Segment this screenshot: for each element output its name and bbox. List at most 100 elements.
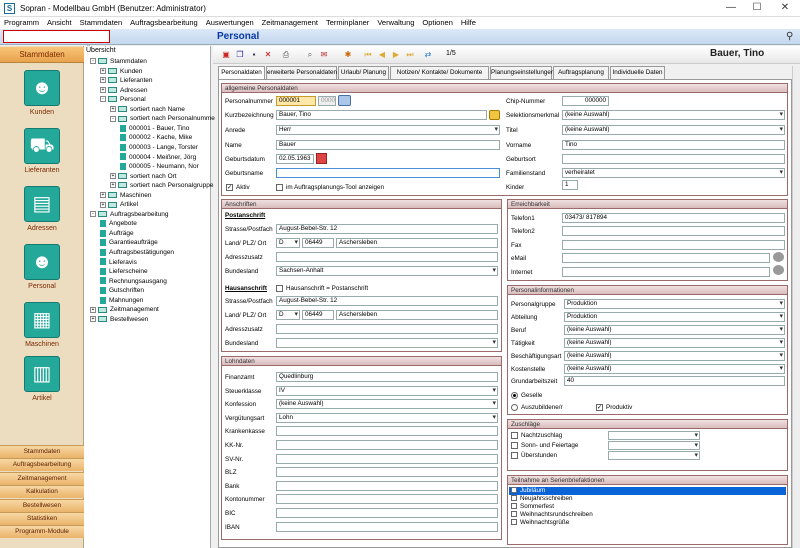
lohn-field[interactable] — [276, 480, 498, 491]
lohn-field[interactable]: IV — [276, 385, 498, 396]
tab[interactable]: Personaldaten — [218, 66, 265, 80]
nav-button[interactable]: Kalkulation — [0, 485, 84, 499]
zuschlag-select[interactable] — [608, 441, 700, 450]
menu-item[interactable]: Zeitmanagement — [258, 17, 322, 29]
tab[interactable]: Planungseinstellungen — [490, 66, 554, 79]
nav-button[interactable]: Bestellwesen — [0, 498, 84, 512]
tree-node[interactable]: + sortiert nach Name — [110, 105, 185, 114]
prev-record-icon[interactable]: ◀ — [377, 50, 387, 60]
teilnahme-checkbox[interactable] — [511, 487, 517, 494]
chip-nummer-field[interactable]: 000000 — [562, 96, 609, 106]
familienstand-select[interactable]: verheiratet — [562, 168, 785, 178]
teilnahme-item[interactable]: Weihnachtsrundschreiben — [509, 511, 786, 519]
planung-checkbox[interactable] — [276, 184, 283, 191]
tab[interactable]: Notizen/ Kontakte/ Dokumente — [390, 66, 489, 79]
land-select[interactable]: D — [276, 238, 300, 248]
strasse-field-2[interactable]: August-Bebel-Str. 12 — [276, 296, 498, 306]
lohn-field[interactable]: Lohn — [276, 412, 498, 423]
menu-item[interactable]: Auswertungen — [202, 17, 258, 29]
tree-node[interactable]: + Maschinen — [100, 191, 151, 200]
tree-node[interactable]: Lieferavis — [100, 258, 137, 267]
erreichbarkeit-field[interactable]: 03473/ 817894 — [562, 213, 785, 223]
plz-field[interactable]: 06449 — [302, 238, 334, 248]
tree-node[interactable]: + sortiert nach Personalgruppe — [110, 181, 213, 190]
photo-icon[interactable] — [338, 95, 351, 106]
teilnahme-checkbox[interactable] — [511, 519, 517, 526]
produktiv-checkbox[interactable]: ✓ — [596, 404, 603, 411]
name-field[interactable]: Bauer — [276, 140, 500, 150]
menu-item[interactable]: Optionen — [418, 17, 456, 29]
zuschlag-checkbox[interactable] — [511, 452, 518, 459]
tree-node[interactable]: Mahnungen — [100, 296, 143, 305]
tree-expander-icon[interactable]: + — [100, 191, 106, 198]
tree-node[interactable]: Garantieaufträge — [100, 238, 158, 247]
ort-field[interactable]: Aschersleben — [336, 238, 498, 248]
calendar-icon[interactable] — [316, 153, 327, 164]
internet-open-icon[interactable] — [773, 265, 784, 275]
azubi-radio[interactable] — [511, 404, 518, 411]
new-icon[interactable]: ▣ — [221, 50, 231, 60]
nav-button[interactable]: Zeitmanagement — [0, 471, 84, 485]
mail-icon[interactable]: ✉ — [319, 50, 329, 60]
find-icon[interactable]: ⌕ — [305, 50, 315, 60]
email-send-icon[interactable] — [773, 252, 784, 262]
tree-expander-icon[interactable]: - — [90, 58, 96, 65]
erreichbarkeit-field[interactable] — [562, 239, 785, 250]
lohn-field[interactable] — [276, 494, 498, 505]
geburtsort-field[interactable] — [562, 154, 785, 164]
geburtsname-field[interactable] — [276, 168, 500, 178]
teilnahme-item[interactable]: Sommerfest — [509, 503, 786, 511]
tree-node[interactable]: 000003 - Lange, Torster — [120, 143, 198, 152]
teilnahme-item[interactable]: Neujahrsschreiben — [509, 495, 786, 503]
bundesland-select[interactable]: Sachsen-Anhalt — [276, 266, 498, 276]
tree-expander-icon[interactable]: + — [100, 201, 106, 208]
tree-node[interactable]: Rechnungsausgang — [100, 277, 167, 286]
tab[interactable]: Urlaub/ Planung — [338, 66, 389, 79]
tree-expander-icon[interactable]: - — [90, 211, 96, 218]
tree-node[interactable]: + Zeitmanagement — [90, 305, 159, 314]
personalinfo-field[interactable]: 40 — [564, 376, 785, 387]
menu-item[interactable]: Ansicht — [43, 17, 76, 29]
menu-item[interactable]: Auftragsbearbeitung — [126, 17, 202, 29]
teilnahme-checkbox[interactable] — [511, 495, 517, 502]
next-record-icon[interactable]: ▶ — [391, 50, 401, 60]
tree-node[interactable]: + Bestellwesen — [90, 315, 148, 324]
nav-button[interactable]: Stammdaten — [0, 445, 84, 458]
nav-header[interactable]: Stammdaten — [0, 47, 84, 63]
teilnahme-checkbox[interactable] — [511, 511, 517, 518]
hausanschrift-checkbox[interactable] — [276, 285, 283, 292]
selektionsmerkmal-select[interactable]: (keine Auswahl) — [562, 110, 785, 120]
menu-item[interactable]: Hilfe — [457, 17, 480, 29]
tree-expander-icon[interactable]: - — [100, 96, 106, 103]
personalinfo-field[interactable]: (keine Auswahl) — [564, 363, 785, 374]
nav-button[interactable]: Programm-Module — [0, 525, 84, 539]
personalinfo-field[interactable]: Produktion — [564, 299, 785, 309]
tree-expander-icon[interactable]: + — [90, 316, 96, 323]
strasse-field[interactable]: August-Bebel-Str. 12 — [276, 224, 498, 234]
tree-node[interactable]: - Personal — [100, 95, 146, 104]
tree-node[interactable]: - sortiert nach Personalnumme — [110, 114, 215, 123]
tree-node[interactable]: + Lieferanten — [100, 76, 153, 85]
personalinfo-field[interactable]: Produktion — [564, 311, 785, 322]
bundesland-select-2[interactable] — [276, 338, 498, 348]
personalinfo-field[interactable]: (keine Auswahl) — [564, 350, 785, 361]
refresh-icon[interactable]: ⇄ — [423, 50, 433, 60]
erreichbarkeit-field[interactable] — [562, 226, 785, 237]
lohn-field[interactable] — [276, 467, 498, 478]
tree-expander-icon[interactable]: + — [110, 106, 116, 113]
tree-expander-icon[interactable]: - — [110, 115, 116, 122]
zuschlag-checkbox[interactable] — [511, 442, 518, 449]
tree-node[interactable]: Gutschriften — [100, 286, 144, 295]
tree-expander-icon[interactable]: + — [110, 182, 116, 189]
tree-node[interactable]: 000002 - Kache, Mike — [120, 133, 192, 142]
lohn-field[interactable] — [276, 440, 498, 450]
tools-icon[interactable]: ✱ — [343, 50, 353, 60]
erreichbarkeit-field[interactable] — [562, 253, 770, 264]
anrede-select[interactable]: Herr — [276, 125, 500, 135]
ort-field-2[interactable]: Aschersleben — [336, 310, 498, 320]
tree-node[interactable]: + sortiert nach Ort — [110, 172, 177, 181]
tree-node[interactable]: 000001 - Bauer, Tino — [120, 124, 189, 133]
personalnummer-field[interactable]: 000001 — [276, 96, 316, 106]
lohn-field[interactable]: Quedlinburg — [276, 372, 498, 382]
nav-item-maschinen[interactable]: ▦ Maschinen — [0, 302, 84, 348]
